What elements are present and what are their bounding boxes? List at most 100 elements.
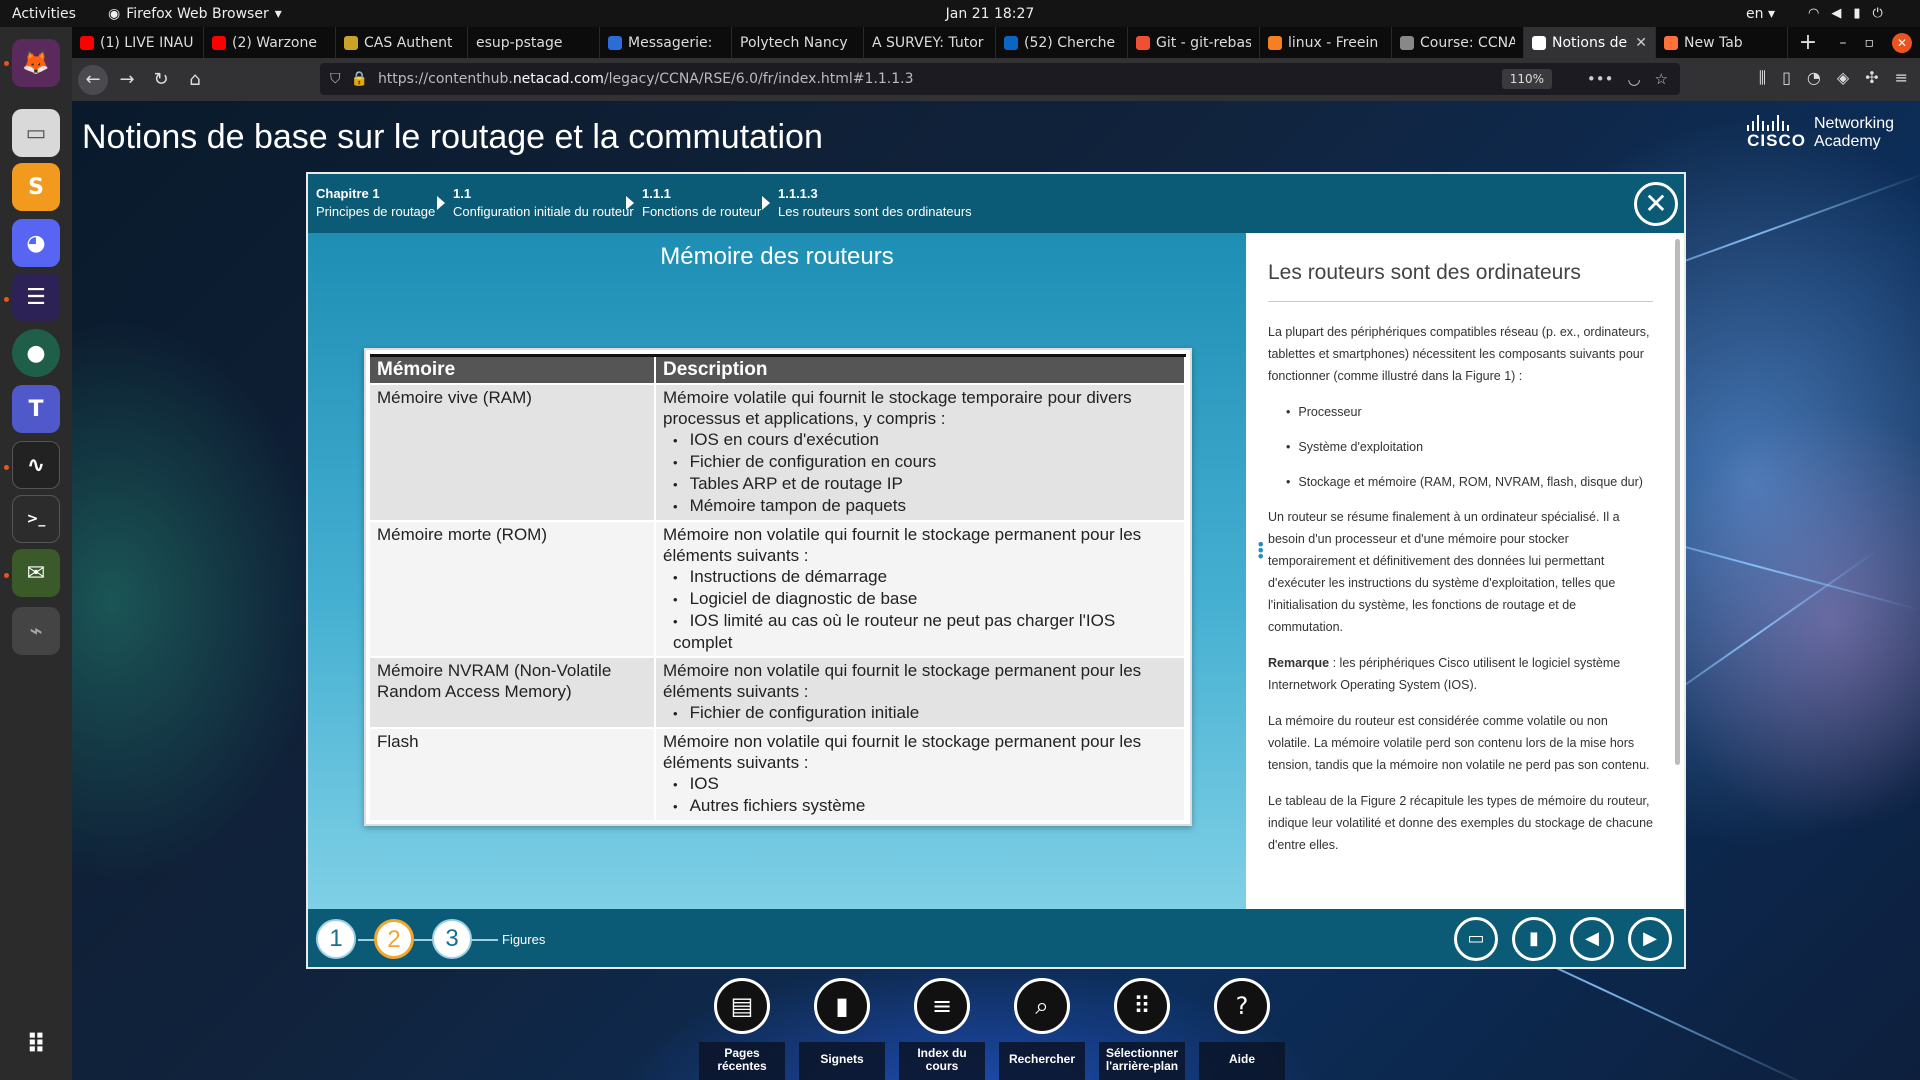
browser-tab[interactable]: (52) Cherche — [996, 27, 1128, 58]
activities-button[interactable]: Activities — [12, 6, 76, 22]
toolbar-item[interactable]: ⌕ Rechercher — [997, 978, 1087, 1080]
running-indicator — [4, 297, 9, 302]
forward-button[interactable]: → — [112, 65, 142, 95]
cisco-wordmark: CISCO — [1747, 131, 1806, 150]
browser-tab[interactable]: (2) Warzone — [204, 27, 336, 58]
pocket-icon[interactable]: ◡ — [1627, 70, 1640, 88]
tab-label: (1) LIVE INAU — [100, 34, 194, 51]
scrollbar[interactable] — [1675, 239, 1680, 765]
list-item: Instructions de démarrage — [673, 566, 1177, 588]
system-monitor-dock-icon[interactable]: ∿ — [12, 441, 60, 489]
next-page-icon[interactable]: ▶ — [1628, 917, 1672, 961]
browser-tab[interactable]: Messagerie: — [600, 27, 732, 58]
breadcrumb-item[interactable]: 1.1.1.3 Les routeurs sont des ordinateurs — [778, 186, 972, 219]
usb-drive-dock-icon[interactable]: ⌁ — [12, 607, 60, 655]
figure-1-button[interactable]: 1 — [316, 919, 356, 959]
clock[interactable]: Jan 21 18:27 — [930, 6, 1050, 22]
firefox-icon: ◉ — [108, 5, 121, 22]
tab-label: Git - git-rebas — [1156, 34, 1251, 51]
browser-tab[interactable]: esup-pstage — [468, 27, 600, 58]
camera-dock-icon[interactable]: ● — [12, 329, 60, 377]
back-button[interactable]: ← — [78, 64, 108, 95]
firefox-dock-icon[interactable]: 🦊 — [12, 39, 60, 87]
figure-2-button[interactable]: 2 — [374, 919, 414, 959]
figure-title: Mémoire des routeurs — [660, 243, 894, 270]
browser-tab[interactable]: Course: CCNA — [1392, 27, 1524, 58]
description-list: Instructions de démarrageLogiciel de dia… — [673, 566, 1177, 653]
bookmark-icon[interactable]: ▮ — [814, 978, 870, 1034]
menu-icon[interactable]: ≡ — [914, 978, 970, 1034]
breadcrumb-item[interactable]: Chapitre 1 Principes de routage — [316, 186, 435, 219]
browser-tab[interactable]: New Tab — [1656, 27, 1788, 58]
packet-tracer-dock-icon[interactable]: ✉ — [12, 549, 60, 597]
comment-icon[interactable]: ▭ — [1454, 917, 1498, 961]
figure-panel: Mémoire des routeurs Mémoire Description… — [308, 233, 1246, 909]
home-button[interactable]: ⌂ — [180, 65, 210, 95]
figure-nav-line — [470, 939, 498, 941]
pages-icon[interactable]: ▤ — [714, 978, 770, 1034]
help-icon[interactable]: ? — [1214, 978, 1270, 1034]
breadcrumb-item[interactable]: 1.1.1 Fonctions de routeur — [642, 186, 761, 219]
minimize-icon[interactable]: – — [1840, 35, 1847, 51]
reload-button[interactable]: ↻ — [146, 65, 176, 95]
toolbar-item[interactable]: ▮ Signets — [797, 978, 887, 1080]
description-list: IOSAutres fichiers système — [673, 773, 1177, 817]
toolbar-item[interactable]: ≡ Index du cours — [897, 978, 987, 1080]
component-list: Processeur Système d'exploitation Stockage… — [1286, 401, 1653, 493]
browser-tab[interactable]: linux - Freein — [1260, 27, 1392, 58]
teams-dock-icon[interactable]: T — [12, 385, 60, 433]
close-tab-icon[interactable]: ✕ — [1635, 35, 1647, 51]
discord-dock-icon[interactable]: ◕ — [12, 219, 60, 267]
star-icon[interactable]: ☆ — [1655, 70, 1668, 88]
new-tab-button[interactable]: + — [1788, 27, 1828, 58]
figure-3-button[interactable]: 3 — [432, 919, 472, 959]
toolbar-item[interactable]: ? Aide — [1197, 978, 1287, 1080]
library-icon[interactable]: ⫼ — [1759, 68, 1766, 88]
browser-tab[interactable]: A SURVEY: Tutor — [864, 27, 996, 58]
toolbar-item[interactable]: ⠿ Sélectionner l'arrière-plan — [1097, 978, 1187, 1080]
show-apps-icon[interactable]: ⠿ — [12, 1021, 60, 1069]
browser-tab[interactable]: Git - git-rebas — [1128, 27, 1260, 58]
eclipse-dock-icon[interactable]: ☰ — [12, 273, 60, 321]
breadcrumb-number: 1.1 — [453, 186, 472, 201]
sidebar-icon[interactable]: ▯ — [1782, 68, 1791, 88]
system-tray[interactable]: ◠ ◀ ▮ ⏻ — [1808, 6, 1883, 21]
browser-tab[interactable]: (1) LIVE INAU — [72, 27, 204, 58]
paragraph: Un routeur se résume finalement à un ord… — [1268, 510, 1620, 634]
close-button[interactable]: ✕ — [1634, 182, 1678, 226]
browser-navbar: ← → ↻ ⌂ ⛉ 🔒 https://contenthub.netacad.c… — [72, 58, 1920, 101]
browser-tab[interactable]: CAS Authent — [336, 27, 468, 58]
shield-icon[interactable]: ⛉ — [330, 71, 341, 87]
terminal-dock-icon[interactable]: >_ — [12, 495, 60, 543]
memory-type-cell: Mémoire NVRAM (Non-Volatile Random Acces… — [370, 656, 656, 728]
page-actions-icon[interactable]: ••• — [1587, 70, 1614, 88]
lock-icon[interactable]: 🔒 — [351, 71, 368, 87]
extension-icon[interactable]: ◈ — [1837, 68, 1849, 88]
breadcrumb-item[interactable]: 1.1 Configuration initiale du routeur — [453, 186, 634, 219]
sublime-dock-icon[interactable]: S — [12, 163, 60, 211]
toolbar-item[interactable]: ▤ Pages récentes — [697, 978, 787, 1080]
maximize-icon[interactable]: ▫ — [1865, 35, 1875, 51]
grid-icon[interactable]: ⠿ — [1114, 978, 1170, 1034]
account-icon[interactable]: ◔ — [1807, 68, 1821, 88]
hamburger-menu-icon[interactable]: ≡ — [1895, 68, 1908, 88]
language-indicator[interactable]: en ▾ — [1746, 6, 1775, 22]
extensions-icon[interactable]: ✣ — [1865, 68, 1878, 88]
text-panel[interactable]: Les routeurs sont des ordinateurs La plu… — [1246, 233, 1684, 909]
youtube-icon — [80, 35, 94, 50]
window-close-icon[interactable]: ✕ — [1892, 32, 1912, 53]
resize-handle-icon[interactable]: • • • — [1256, 537, 1265, 565]
browser-tab[interactable]: Notions de ✕ — [1524, 27, 1656, 58]
bookmark-icon[interactable]: ▮ — [1512, 917, 1556, 961]
files-dock-icon[interactable]: ▭ — [12, 109, 60, 157]
chevron-right-icon — [762, 196, 770, 210]
zoom-level[interactable]: 110% — [1501, 69, 1552, 89]
sound-icon: ◀ — [1831, 6, 1842, 21]
url-host: netacad.com — [512, 71, 604, 87]
search-icon[interactable]: ⌕ — [1014, 978, 1070, 1034]
app-menu[interactable]: ◉ Firefox Web Browser ▾ — [108, 6, 282, 22]
description-list: Fichier de configuration initiale — [673, 702, 1177, 724]
previous-page-icon[interactable]: ◀ — [1570, 917, 1614, 961]
browser-tab[interactable]: Polytech Nancy — [732, 27, 864, 58]
url-bar[interactable]: ⛉ 🔒 https://contenthub.netacad.com/legac… — [320, 63, 1680, 95]
